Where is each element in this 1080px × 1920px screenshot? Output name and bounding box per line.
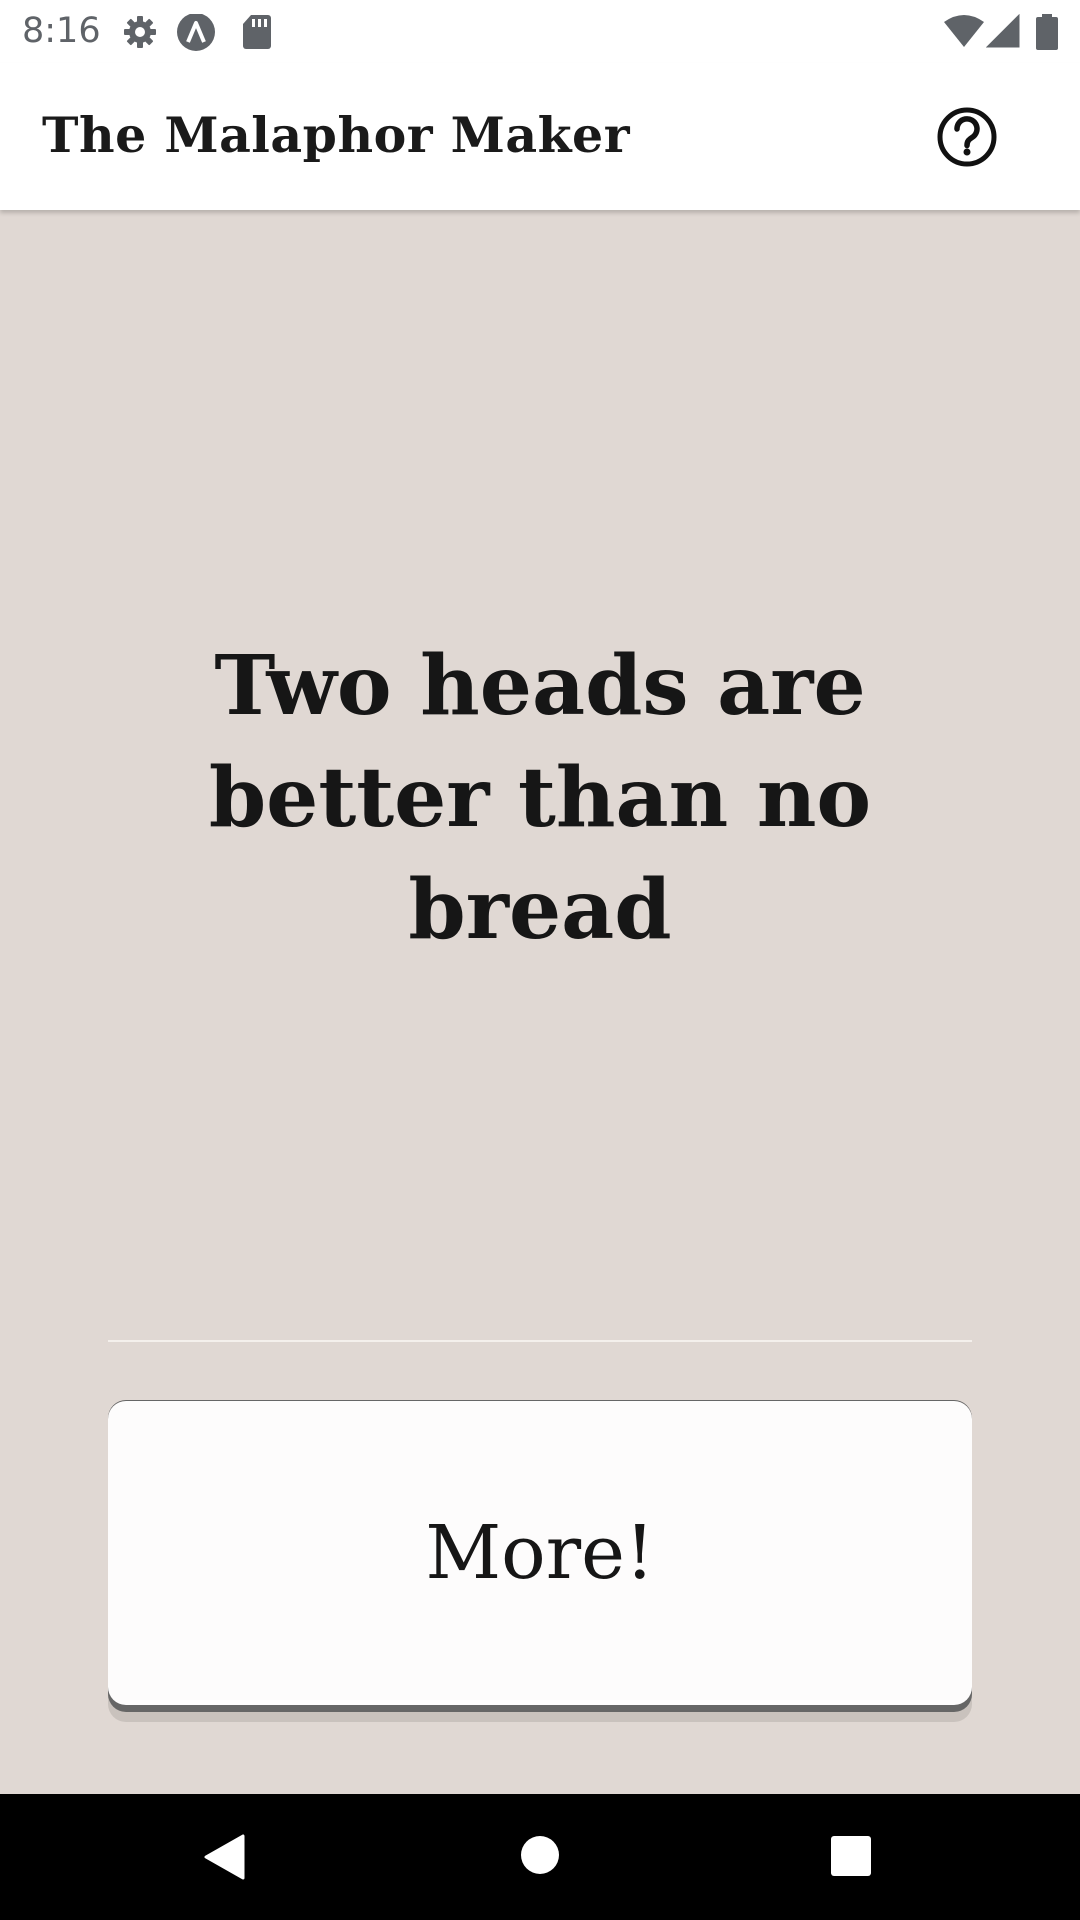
signal-icon <box>985 13 1020 52</box>
question-circle-icon <box>937 107 997 167</box>
back-icon[interactable] <box>203 1834 245 1885</box>
app-title: The Malaphor Maker <box>42 106 631 164</box>
divider <box>108 1340 972 1342</box>
battery-icon <box>1036 14 1058 54</box>
wifi-icon <box>944 14 984 52</box>
status-icons-right <box>880 0 1080 63</box>
main-content: Two heads are better than no bread More! <box>0 210 1080 1794</box>
recents-icon[interactable] <box>831 1836 871 1881</box>
malaphor-text: Two heads are better than no bread <box>208 638 872 958</box>
app-bar: The Malaphor Maker <box>0 63 1080 210</box>
a-badge-icon <box>176 13 216 58</box>
status-time: 8:16 <box>22 11 101 51</box>
status-bar: 8:16 <box>0 0 1080 63</box>
more-button[interactable]: More! <box>108 1401 972 1705</box>
home-icon[interactable] <box>520 1835 560 1880</box>
help-button[interactable] <box>935 105 999 169</box>
navigation-bar <box>0 1794 1080 1920</box>
settings-gear-icon <box>122 14 158 54</box>
sd-card-icon <box>242 14 272 54</box>
